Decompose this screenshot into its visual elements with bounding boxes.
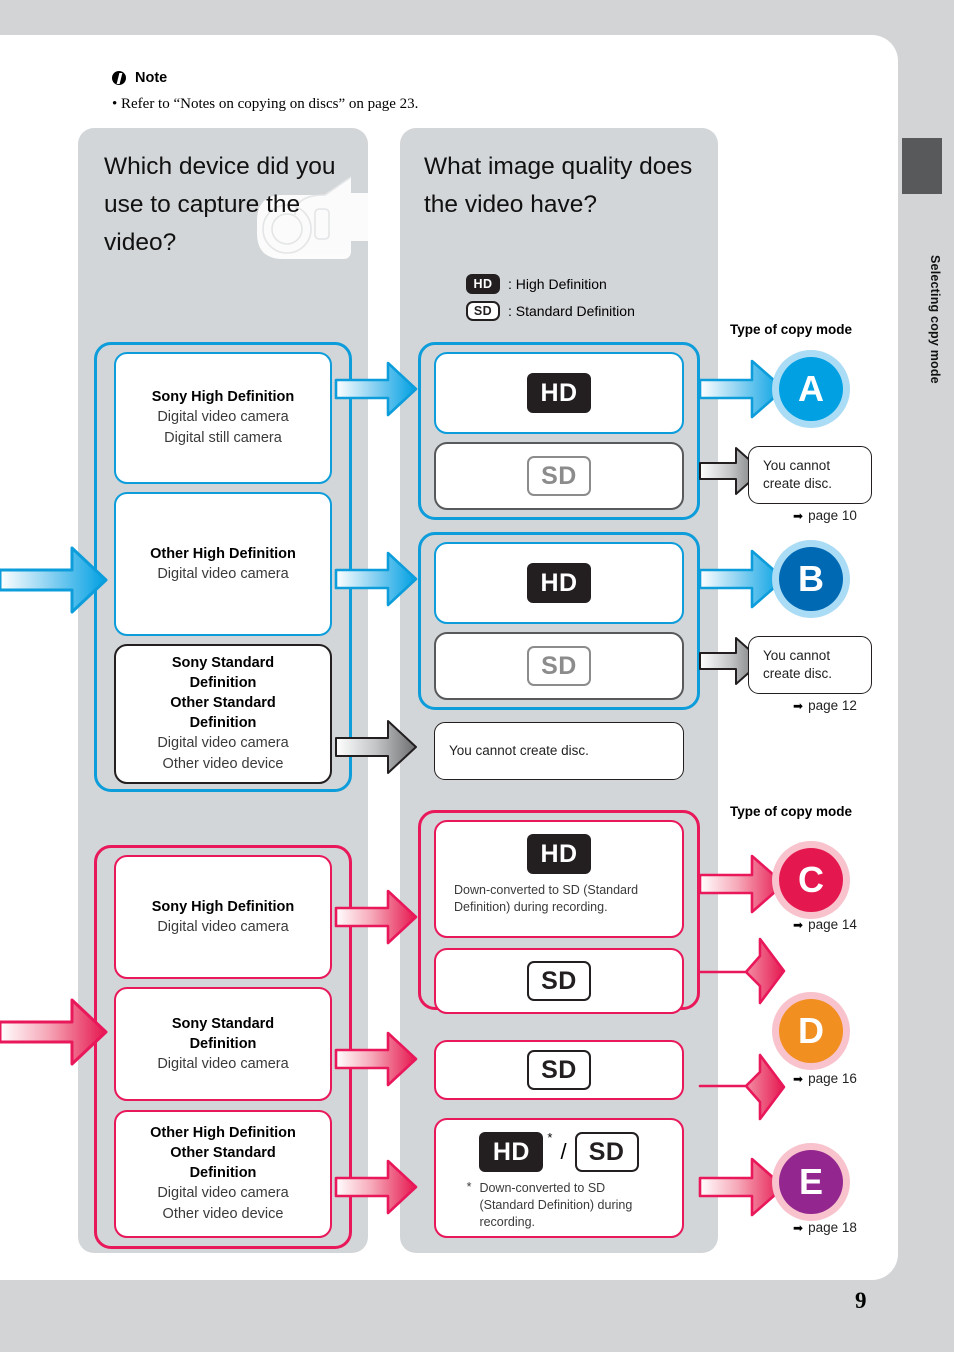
arrow-right-icon: ➡ bbox=[793, 917, 804, 932]
legend-row-sd: SD : Standard Definition bbox=[466, 301, 635, 321]
device-card-line2: Digital still camera bbox=[164, 430, 282, 446]
device-card-title-3: Definition bbox=[189, 1165, 257, 1181]
downconvert-note-1: Down-converted to SD (Standard Definitio… bbox=[454, 883, 639, 914]
asterisk-footnote: * bbox=[466, 1180, 472, 1194]
note-icon bbox=[112, 71, 126, 85]
quality-legend: HD : High Definition SD : Standard Defin… bbox=[466, 274, 635, 328]
quality-card-sd-d-lower[interactable]: SD bbox=[434, 1040, 684, 1100]
device-card-line1: Digital video camera bbox=[157, 918, 289, 935]
device-card-title-3: Other Standard bbox=[170, 695, 276, 711]
sd-chip-icon: SD bbox=[527, 1050, 591, 1090]
sd-chip-icon: SD bbox=[466, 301, 500, 321]
legend-row-hd: HD : High Definition bbox=[466, 274, 635, 294]
device-card-title: Sony High Definition bbox=[151, 898, 295, 915]
arrow-right-icon: ➡ bbox=[793, 1071, 804, 1086]
arrow-right-icon: ➡ bbox=[793, 698, 804, 713]
hd-chip-icon: HD bbox=[466, 274, 500, 294]
hd-chip-icon: HD bbox=[527, 563, 591, 603]
side-tab-label: Selecting copy mode bbox=[928, 254, 942, 384]
page-ref-e-label: page 18 bbox=[808, 1220, 857, 1235]
legend-hd-text: : High Definition bbox=[508, 276, 607, 292]
page-ref-b-label: page 12 bbox=[808, 698, 857, 713]
device-card-sony-hd-2[interactable]: Sony High Definition Digital video camer… bbox=[114, 855, 332, 979]
manual-page: Selecting copy mode Note • Refer to “Not… bbox=[0, 0, 954, 1352]
device-card-title-1: Sony Standard bbox=[171, 1015, 275, 1032]
sd-chip-icon: SD bbox=[527, 646, 591, 686]
page-ref-c-label: page 14 bbox=[808, 917, 857, 932]
question-mid: What image quality does the video have? bbox=[424, 153, 693, 218]
copy-mode-label-top: Type of copy mode bbox=[730, 322, 853, 337]
device-card-title-1: Sony Standard bbox=[171, 655, 275, 671]
device-card-line2: Other video device bbox=[162, 1206, 284, 1222]
device-card-line1: Digital video camera bbox=[157, 1055, 289, 1072]
downconvert-note-row: * Down-converted to SD (Standard Definit… bbox=[459, 1180, 660, 1231]
page-ref-c[interactable]: ➡ page 14 bbox=[793, 917, 857, 932]
page-ref-e[interactable]: ➡ page 18 bbox=[793, 1220, 857, 1235]
arrow-right-icon: ➡ bbox=[793, 1220, 804, 1235]
hd-chip-icon: HD bbox=[527, 373, 591, 413]
downconvert-note-2: Down-converted to SD (Standard Definitio… bbox=[479, 1181, 633, 1229]
quality-card-sd-d-upper[interactable]: SD bbox=[434, 948, 684, 1014]
device-card-title: Sony High Definition bbox=[151, 389, 295, 405]
page-ref-a[interactable]: ➡ page 10 bbox=[793, 508, 857, 523]
page-ref-b[interactable]: ➡ page 12 bbox=[793, 698, 857, 713]
mode-badge-c[interactable]: C bbox=[779, 848, 843, 912]
page-ref-d[interactable]: ➡ page 16 bbox=[793, 1071, 857, 1086]
note-text: • Refer to “Notes on copying on discs” o… bbox=[112, 96, 419, 112]
device-card-line1: Digital video camera bbox=[157, 735, 289, 751]
message-cannot-create-a: You cannot create disc. bbox=[748, 446, 872, 504]
device-card-line1: Digital video camera bbox=[157, 409, 289, 425]
device-card-standard-1[interactable]: Sony Standard Definition Other Standard … bbox=[114, 644, 332, 784]
device-card-title-2: Other Standard bbox=[170, 1145, 276, 1161]
device-card-line2: Other video device bbox=[162, 756, 284, 772]
device-card-line1: Digital video camera bbox=[157, 565, 289, 582]
side-tab-marker bbox=[902, 138, 942, 194]
page-number: 9 bbox=[855, 1288, 867, 1313]
hd-chip-icon: HD bbox=[527, 834, 591, 874]
mode-badge-a[interactable]: A bbox=[779, 357, 843, 421]
device-card-title-2: Definition bbox=[189, 1035, 257, 1052]
note-heading: Note bbox=[112, 70, 167, 86]
device-card-title-4: Definition bbox=[189, 715, 257, 731]
quality-card-sd-a[interactable]: SD bbox=[434, 442, 684, 510]
copy-mode-label-bottom: Type of copy mode bbox=[730, 804, 853, 819]
question-left: Which device did you use to capture the … bbox=[104, 153, 336, 256]
quality-card-hd-a[interactable]: HD bbox=[434, 352, 684, 434]
device-card-title: Other High Definition bbox=[150, 545, 296, 562]
hd-sd-chip-row: HD * / SD bbox=[479, 1130, 639, 1172]
mode-badge-e[interactable]: E bbox=[779, 1150, 843, 1214]
mode-badge-d[interactable]: D bbox=[779, 999, 843, 1063]
device-card-other-2[interactable]: Other High Definition Other Standard Def… bbox=[114, 1110, 332, 1238]
device-card-sony-hd-1[interactable]: Sony High Definition Digital video camer… bbox=[114, 352, 332, 484]
note-heading-label: Note bbox=[135, 70, 168, 86]
device-card-sony-sd-2[interactable]: Sony Standard Definition Digital video c… bbox=[114, 987, 332, 1101]
quality-card-hd-c[interactable]: HD Down-converted to SD (Standard Defini… bbox=[434, 820, 684, 938]
hd-chip-icon: HD bbox=[479, 1132, 544, 1172]
slash-separator: / bbox=[560, 1139, 567, 1164]
message-cannot-create-b: You cannot create disc. bbox=[748, 636, 872, 694]
page-ref-a-label: page 10 bbox=[808, 508, 857, 523]
quality-card-sd-b[interactable]: SD bbox=[434, 632, 684, 700]
arrow-right-icon: ➡ bbox=[793, 508, 804, 523]
legend-sd-text: : Standard Definition bbox=[508, 303, 635, 319]
mode-badge-b[interactable]: B bbox=[779, 547, 843, 611]
message-cannot-create-a-text: You cannot create disc. bbox=[763, 458, 833, 491]
message-cannot-create-b-text: You cannot create disc. bbox=[763, 648, 833, 681]
sd-chip-icon: SD bbox=[527, 456, 591, 496]
quality-card-hd-sd-e[interactable]: HD * / SD * Down-converted to SD (Standa… bbox=[434, 1118, 684, 1238]
message-cannot-create-std: You cannot create disc. bbox=[434, 722, 684, 780]
asterisk-marker: * bbox=[547, 1130, 553, 1145]
sd-chip-icon: SD bbox=[527, 961, 591, 1001]
device-card-other-hd-1[interactable]: Other High Definition Digital video came… bbox=[114, 492, 332, 636]
quality-card-hd-b[interactable]: HD bbox=[434, 542, 684, 624]
device-card-title-2: Definition bbox=[189, 675, 257, 691]
sd-chip-icon: SD bbox=[574, 1132, 639, 1172]
device-card-line1: Digital video camera bbox=[157, 1185, 289, 1201]
page-ref-d-label: page 16 bbox=[808, 1071, 857, 1086]
device-card-title-1: Other High Definition bbox=[150, 1125, 296, 1141]
